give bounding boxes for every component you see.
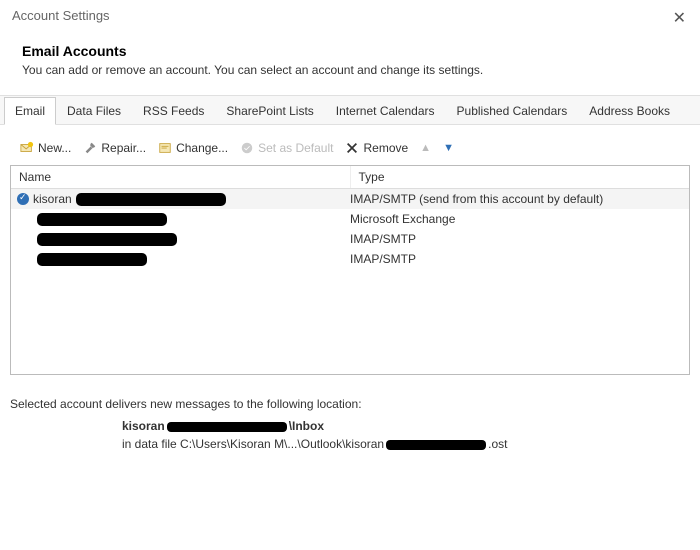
repair-button[interactable]: Repair... <box>79 139 150 157</box>
tabs: Email Data Files RSS Feeds SharePoint Li… <box>0 95 700 125</box>
dialog-header: Account Settings ✕ <box>0 0 700 31</box>
envelope-new-icon <box>20 141 34 155</box>
move-down-button[interactable]: ▼ <box>439 140 458 156</box>
col-type[interactable]: Type <box>351 166 690 188</box>
redacted-text <box>37 233 177 246</box>
intro-heading: Email Accounts <box>22 43 678 59</box>
delivery-file: in data file C:\Users\Kisoran M\...\Outl… <box>122 437 690 451</box>
table-header: Name Type <box>11 166 689 189</box>
cell-name <box>17 213 350 226</box>
close-icon[interactable]: ✕ <box>673 8 686 28</box>
cell-type: IMAP/SMTP <box>350 232 683 246</box>
redacted-text <box>76 193 226 206</box>
wrench-icon <box>83 141 97 155</box>
remove-x-icon <box>345 141 359 155</box>
cell-name <box>17 253 350 266</box>
tab-rss-feeds[interactable]: RSS Feeds <box>132 97 215 124</box>
status-intro: Selected account delivers new messages t… <box>10 397 690 411</box>
default-badge-icon <box>17 193 29 205</box>
change-button[interactable]: Change... <box>154 139 232 157</box>
table-row[interactable]: kisoran IMAP/SMTP (send from this accoun… <box>11 189 689 209</box>
remove-button[interactable]: Remove <box>341 139 412 157</box>
delivery-path: kisoran\Inbox <box>122 419 690 433</box>
redacted-text <box>167 422 287 432</box>
status-area: Selected account delivers new messages t… <box>0 385 700 463</box>
email-panel: New... Repair... Change... Set as Defaul… <box>10 131 690 375</box>
cell-type: IMAP/SMTP (send from this account by def… <box>350 192 683 206</box>
change-icon <box>158 141 172 155</box>
intro-desc: You can add or remove an account. You ca… <box>22 63 678 77</box>
tab-sharepoint-lists[interactable]: SharePoint Lists <box>215 97 324 124</box>
arrow-down-icon: ▼ <box>443 142 454 154</box>
tab-email[interactable]: Email <box>4 97 56 125</box>
cell-name <box>17 233 350 246</box>
tab-data-files[interactable]: Data Files <box>56 97 132 124</box>
redacted-text <box>37 253 147 266</box>
accounts-table: Name Type kisoran IMAP/SMTP (send from t… <box>10 165 690 375</box>
check-circle-icon <box>240 141 254 155</box>
cell-type: IMAP/SMTP <box>350 252 683 266</box>
table-row[interactable]: Microsoft Exchange <box>11 209 689 229</box>
toolbar: New... Repair... Change... Set as Defaul… <box>10 131 690 165</box>
table-row[interactable]: IMAP/SMTP <box>11 249 689 269</box>
dialog-title: Account Settings <box>12 8 110 23</box>
cell-name: kisoran <box>17 192 350 206</box>
cell-type: Microsoft Exchange <box>350 212 683 226</box>
set-default-button: Set as Default <box>236 139 337 157</box>
tab-address-books[interactable]: Address Books <box>578 97 681 124</box>
table-row[interactable]: IMAP/SMTP <box>11 229 689 249</box>
redacted-text <box>37 213 167 226</box>
col-name[interactable]: Name <box>11 166 351 188</box>
redacted-text <box>386 440 486 450</box>
arrow-up-icon: ▲ <box>420 142 431 154</box>
new-button[interactable]: New... <box>16 139 75 157</box>
move-up-button: ▲ <box>416 140 435 156</box>
intro-section: Email Accounts You can add or remove an … <box>0 31 700 95</box>
tab-internet-calendars[interactable]: Internet Calendars <box>325 97 446 124</box>
tab-published-calendars[interactable]: Published Calendars <box>446 97 579 124</box>
